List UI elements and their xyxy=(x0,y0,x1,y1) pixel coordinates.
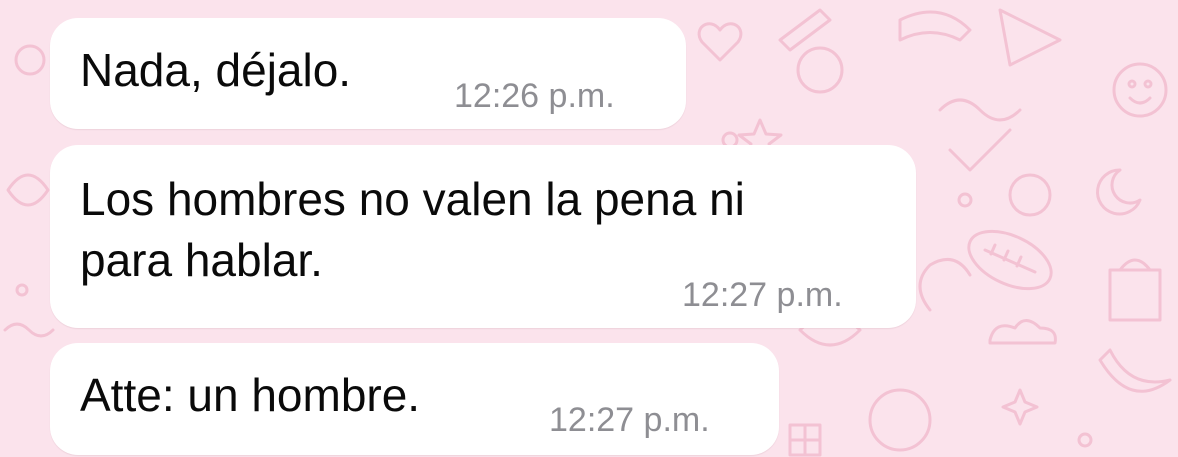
message-bubble[interactable]: Atte: un hombre. 12:27 p.m. xyxy=(50,343,779,455)
doodle-moon-icon xyxy=(1008,173,1052,217)
doodle-wave-icon xyxy=(3,322,55,338)
message-line: para hablar. xyxy=(80,234,323,286)
doodle-cloud-icon xyxy=(988,319,1057,345)
doodle-smile-icon xyxy=(1128,96,1152,105)
message-bubble[interactable]: Nada, déjalo. 12:26 p.m. xyxy=(50,18,686,129)
doodle-leaf-icon xyxy=(6,173,50,207)
doodle-bag-icon xyxy=(1108,258,1162,322)
doodle-swirl-icon xyxy=(918,257,972,312)
doodle-ball-icon xyxy=(868,388,932,452)
message-bubble[interactable]: Los hombres no valen la pena ni para hab… xyxy=(50,145,916,328)
message-text: Nada, déjalo. xyxy=(80,40,351,101)
doodle-sparkle-icon xyxy=(1001,388,1039,426)
message-text: Los hombres no valen la pena ni para hab… xyxy=(80,169,745,291)
message-line: Nada, déjalo. xyxy=(80,44,352,96)
doodle-face-icon xyxy=(1112,62,1168,118)
doodle-pencil-icon xyxy=(778,8,832,52)
message-line: Los hombres no valen la pena ni xyxy=(80,173,745,225)
doodle-eye-icon xyxy=(1143,79,1153,89)
doodle-heart-icon xyxy=(697,22,743,62)
doodle-loop-icon xyxy=(938,98,1022,122)
message-timestamp: 12:27 p.m. xyxy=(549,401,710,439)
doodle-triangle-icon xyxy=(998,8,1062,67)
doodle-dot-icon xyxy=(15,283,29,297)
message-timestamp: 12:27 p.m. xyxy=(682,276,843,314)
doodle-bubble-icon xyxy=(796,46,844,94)
doodle-grid-icon xyxy=(788,423,822,457)
doodle-eye-icon xyxy=(1127,79,1137,89)
doodle-banana-icon xyxy=(1098,348,1172,393)
message-line: Atte: un hombre. xyxy=(80,369,421,421)
doodle-check-icon xyxy=(948,128,1012,172)
doodle-dot-icon xyxy=(957,192,973,208)
doodle-crescent-icon xyxy=(1096,168,1142,216)
doodle-dot-icon xyxy=(1077,432,1093,448)
message-timestamp: 12:26 p.m. xyxy=(454,77,615,115)
doodle-circle-icon xyxy=(14,44,46,76)
doodle-cap-icon xyxy=(898,10,972,42)
doodle-laces-icon xyxy=(983,243,1037,274)
message-text: Atte: un hombre. xyxy=(80,365,420,426)
